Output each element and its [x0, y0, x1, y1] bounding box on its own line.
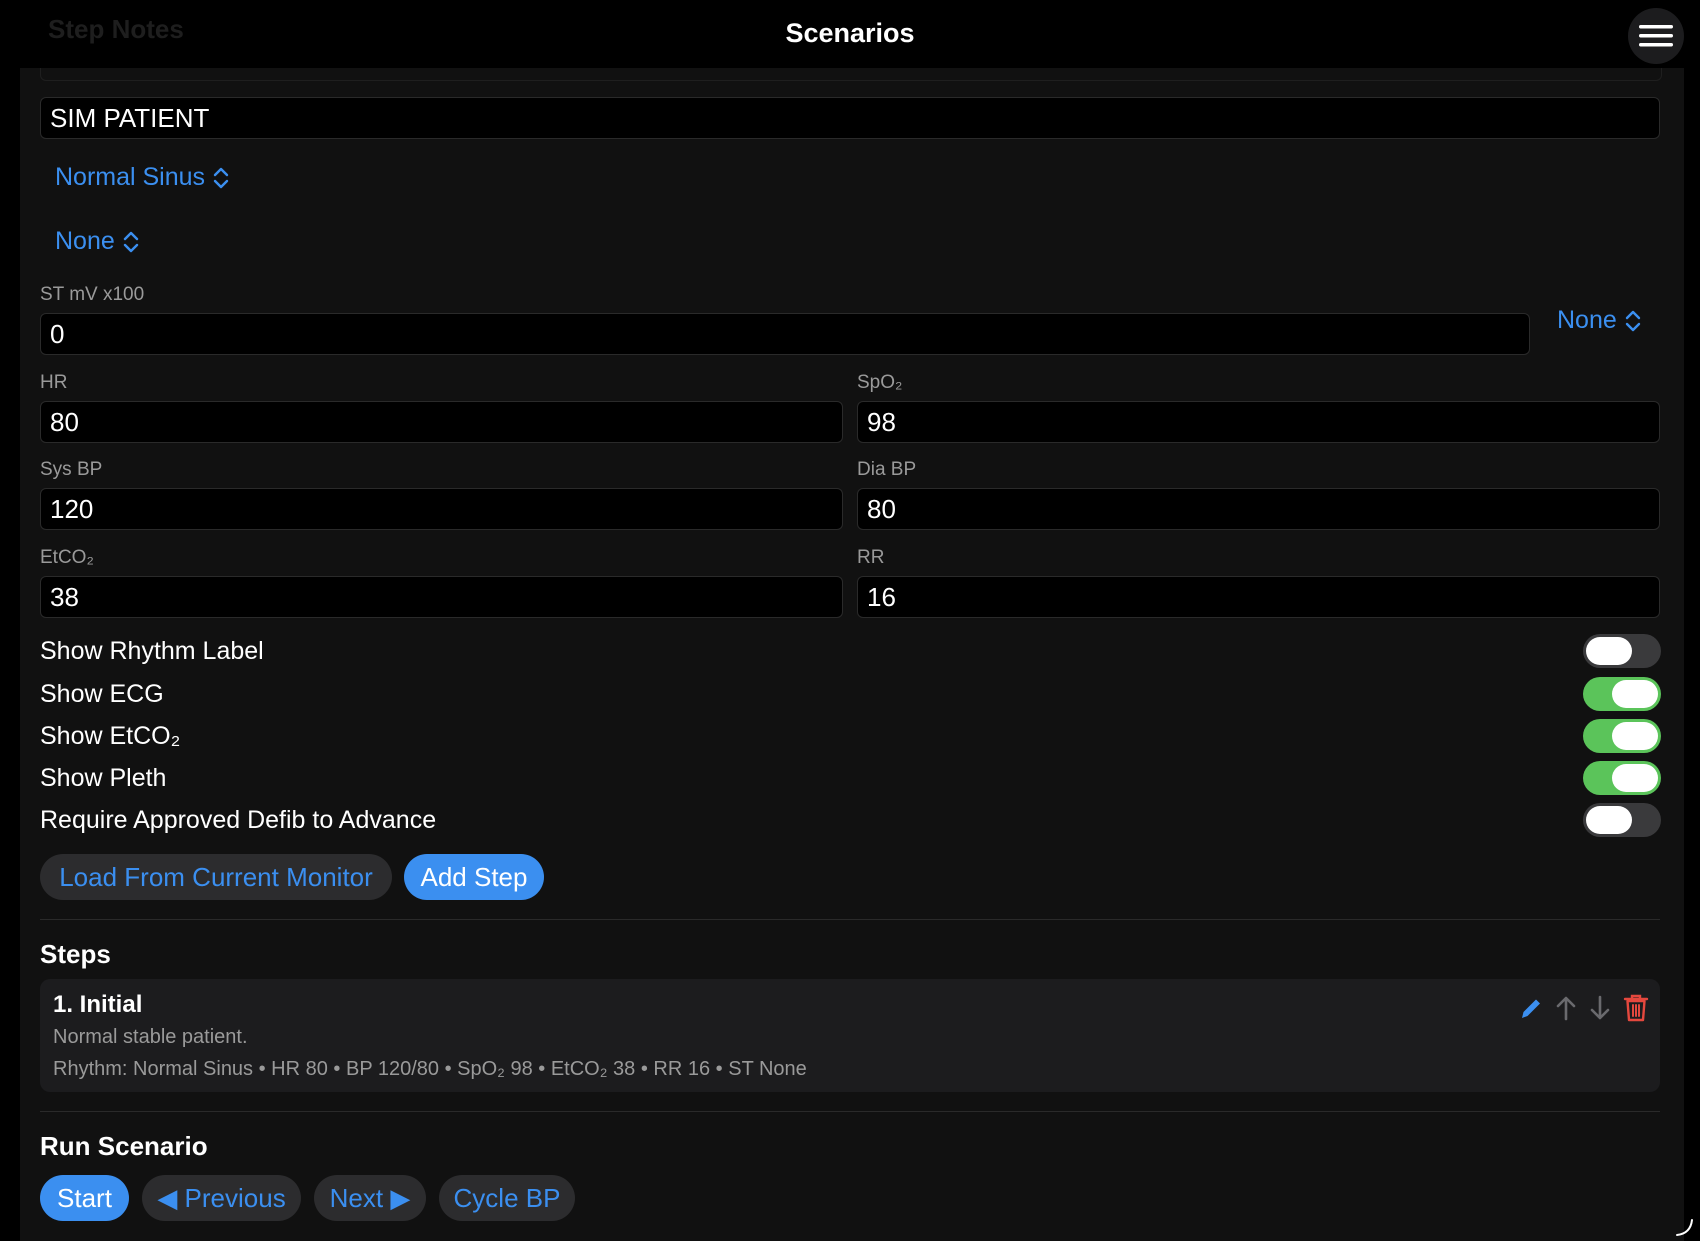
- divider: [40, 919, 1660, 920]
- toggle-knob: [1612, 722, 1658, 750]
- dia-bp-label: Dia BP: [857, 459, 917, 480]
- show-rhythm-label-text: Show Rhythm Label: [40, 637, 264, 665]
- etco2-label: EtCO₂: [40, 547, 94, 568]
- sys-bp-label: Sys BP: [40, 459, 103, 480]
- etco2-value: 38: [50, 581, 79, 612]
- move-down-button[interactable]: [1588, 993, 1612, 1028]
- delete-step-button[interactable]: [1622, 993, 1650, 1028]
- st-picker-label: None: [1557, 306, 1617, 334]
- run-scenario-heading: Run Scenario: [40, 1131, 208, 1161]
- menu-button[interactable]: [1628, 8, 1684, 64]
- step-notes: Normal stable patient.: [53, 1026, 248, 1048]
- hr-label: HR: [40, 372, 68, 393]
- show-rhythm-label-toggle[interactable]: [1583, 634, 1661, 668]
- hr-input[interactable]: 80: [40, 401, 843, 443]
- rhythm-picker-label: Normal Sinus: [55, 163, 206, 191]
- dia-bp-input[interactable]: 80: [857, 488, 1660, 530]
- toggle-knob: [1586, 637, 1632, 665]
- rr-value: 16: [867, 581, 896, 612]
- show-ecg-text: Show ECG: [40, 680, 164, 708]
- show-pleth-toggle[interactable]: [1583, 761, 1661, 795]
- show-etco2-toggle[interactable]: [1583, 719, 1661, 753]
- step-title: 1. Initial: [53, 991, 143, 1018]
- secondary-picker[interactable]: None: [55, 227, 139, 256]
- chevron-up-down-icon: [213, 167, 229, 188]
- arrow-up-icon: [1556, 996, 1576, 1021]
- load-from-monitor-button[interactable]: Load From Current Monitor: [40, 854, 392, 900]
- rr-label: RR: [857, 547, 885, 568]
- rr-input[interactable]: 16: [857, 576, 1660, 618]
- pencil-icon: [1522, 999, 1540, 1018]
- toggle-knob: [1612, 680, 1658, 708]
- edit-step-button[interactable]: [1518, 993, 1544, 1028]
- st-label: ST mV x100: [40, 284, 145, 305]
- st-value: 0: [50, 318, 65, 349]
- cycle-bp-button[interactable]: Cycle BP: [439, 1175, 575, 1221]
- sys-bp-input[interactable]: 120: [40, 488, 843, 530]
- show-etco2-text: Show EtCO₂: [40, 722, 181, 750]
- require-defib-toggle[interactable]: [1583, 803, 1661, 837]
- steps-heading: Steps: [40, 939, 111, 969]
- page-title: Scenarios: [785, 18, 915, 48]
- spo2-input[interactable]: 98: [857, 401, 1660, 443]
- spo2-value: 98: [867, 406, 896, 437]
- add-step-button[interactable]: Add Step: [404, 854, 544, 900]
- arrow-down-icon: [1590, 995, 1610, 1020]
- start-button[interactable]: Start: [40, 1175, 129, 1221]
- divider: [40, 1111, 1660, 1112]
- next-button[interactable]: Next ▶: [314, 1175, 426, 1221]
- show-pleth-text: Show Pleth: [40, 764, 167, 792]
- step-actions: [1518, 993, 1650, 1028]
- require-defib-text: Require Approved Defib to Advance: [40, 806, 437, 834]
- chevron-up-down-icon: [123, 231, 138, 252]
- rhythm-picker[interactable]: Normal Sinus: [55, 163, 229, 192]
- patient-name-input[interactable]: SIM PATIENT: [40, 97, 1660, 139]
- spo2-label: SpO₂: [857, 372, 903, 393]
- st-picker[interactable]: None: [1557, 306, 1641, 335]
- hamburger-icon: [1639, 25, 1673, 47]
- dia-bp-value: 80: [867, 493, 896, 524]
- resize-corner-icon[interactable]: [1674, 1217, 1694, 1237]
- sys-bp-value: 120: [50, 493, 94, 524]
- toggle-knob: [1612, 764, 1658, 792]
- previous-button[interactable]: ◀ Previous: [142, 1175, 301, 1221]
- chevron-up-down-icon: [1625, 310, 1640, 331]
- st-input[interactable]: 0: [40, 313, 1530, 355]
- secondary-picker-label: None: [55, 227, 115, 255]
- move-up-button[interactable]: [1554, 993, 1578, 1028]
- show-ecg-toggle[interactable]: [1583, 677, 1661, 711]
- patient-name-value: SIM PATIENT: [50, 102, 210, 133]
- etco2-input[interactable]: 38: [40, 576, 843, 618]
- step-card: 1. Initial Normal stable patient. Rhythm…: [40, 979, 1660, 1092]
- step-summary: Rhythm: Normal Sinus • HR 80 • BP 120/80…: [53, 1058, 807, 1080]
- trash-icon: [1623, 994, 1649, 1022]
- hr-value: 80: [50, 406, 79, 437]
- toggle-knob: [1586, 806, 1632, 834]
